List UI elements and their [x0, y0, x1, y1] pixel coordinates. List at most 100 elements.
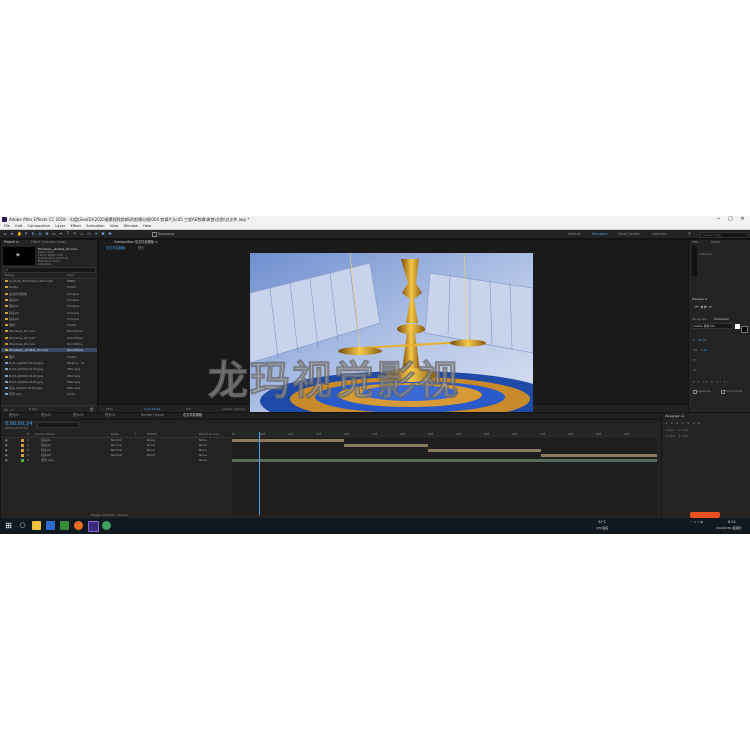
- minimize-button[interactable]: ─: [714, 216, 723, 223]
- project-item[interactable]: B-01-a[0000-0120].jpg Targa S...ce: [1, 361, 97, 365]
- layer-trkmat-dropdown[interactable]: None: [147, 443, 155, 447]
- indent-fields[interactable]: ⇥ 0 px ⇤ 0 px: [665, 428, 688, 432]
- eye-icon[interactable]: ◉: [5, 443, 8, 447]
- column-source-name[interactable]: Source Name: [35, 432, 55, 436]
- tray-icons[interactable]: ⌃ ▭ ♪ 中: [690, 520, 703, 524]
- camera-dropdown[interactable]: Active Camera: [223, 407, 245, 411]
- tab-project[interactable]: Project ≡: [4, 240, 19, 245]
- snapping-checkbox[interactable]: [152, 232, 157, 237]
- tab-info[interactable]: Info: [692, 240, 698, 245]
- layer-source-name[interactable]: 镜头01: [41, 438, 51, 442]
- timeline-tab-shot04[interactable]: 镜头04: [105, 413, 115, 418]
- timeline-tab-shot01[interactable]: 镜头01: [9, 413, 19, 418]
- column-type[interactable]: Type: [67, 273, 74, 277]
- workspace-default[interactable]: Default: [568, 231, 580, 237]
- start-windows-icon[interactable]: ⊞: [4, 521, 13, 530]
- project-item[interactable]: B-03-a[0000-0120].jpg PNG Seq: [1, 374, 97, 378]
- project-item[interactable]: Windows_01.mov QuickTime: [1, 329, 97, 333]
- menu-window[interactable]: Window: [124, 223, 138, 229]
- tracking-field[interactable]: 0 px: [701, 348, 708, 352]
- rectangle-tool-icon[interactable]: ▭: [52, 232, 56, 236]
- tab-character[interactable]: Character: [714, 317, 729, 321]
- eye-icon[interactable]: ◉: [5, 453, 8, 457]
- menu-edit[interactable]: Edit: [15, 223, 22, 229]
- brush-tool-icon[interactable]: ✎: [73, 232, 77, 236]
- menu-composition[interactable]: Composition: [28, 223, 50, 229]
- fill-color-swatch[interactable]: [735, 324, 740, 329]
- workspace-standard[interactable]: Standard: [592, 231, 607, 237]
- search-icon[interactable]: ⚲: [688, 231, 691, 236]
- project-item[interactable]: 镜头02 Compos: [1, 304, 97, 308]
- project-item[interactable]: 音乐.wav Audio: [1, 392, 97, 396]
- libraries-label[interactable]: Libraries: [699, 252, 712, 256]
- layer-mode-dropdown[interactable]: Normal: [111, 443, 122, 447]
- project-item[interactable]: B-04-a[0000-0120].jpg PNG Seq: [1, 380, 97, 384]
- toggle-switches-modes[interactable]: Toggle Switches / Modes: [91, 513, 128, 517]
- search-taskbar-icon[interactable]: ○: [18, 521, 27, 530]
- layer-mode-dropdown[interactable]: Normal: [111, 438, 122, 442]
- workspace-small-screen[interactable]: Small Screen: [618, 231, 640, 237]
- text-style-buttons[interactable]: T T TT Tr T¹ T₁: [693, 380, 729, 384]
- column-trkmat[interactable]: TrkMat: [147, 432, 157, 436]
- layer-parent-dropdown[interactable]: None: [199, 438, 207, 442]
- timeline-layer-row[interactable]: ◉ 4 镜头04 Normal None None: [1, 453, 231, 457]
- clock-time[interactable]: 8:24: [728, 520, 736, 524]
- clone-stamp-tool-icon[interactable]: ⊥: [80, 232, 84, 236]
- app-round-icon[interactable]: [102, 521, 111, 530]
- track-area[interactable]: [232, 432, 657, 515]
- selection-tool-icon[interactable]: ➤: [10, 232, 14, 236]
- time-ruler[interactable]: 0f 00f 10f 20f 00f 10f 20f 00f 10f 20f 00f 10f 20f 00…: [232, 432, 657, 437]
- playback-controls-icon[interactable]: ⏮ ◀ ▶ ⏭: [695, 304, 712, 309]
- clock-date[interactable]: 2020/4/30 星期四: [716, 526, 741, 530]
- pan-behind-tool-icon[interactable]: ✥: [45, 232, 49, 236]
- edge-browser-icon[interactable]: [46, 521, 55, 530]
- project-item[interactable]: B-02-a[0000-0120].jpg PNG Seq: [1, 367, 97, 371]
- tab-paragraph[interactable]: Paragraph: [692, 317, 707, 321]
- resolution-dropdown[interactable]: Full: [186, 407, 191, 411]
- layer-trkmat-dropdown[interactable]: None: [147, 438, 155, 442]
- layer-source-name[interactable]: 镜头04: [41, 453, 51, 457]
- zoom-tool-icon[interactable]: ⚲: [24, 232, 28, 236]
- layer-source-name[interactable]: 音乐.wav: [41, 458, 54, 462]
- menu-animation[interactable]: Animation: [86, 223, 104, 229]
- puppet-tool-icon[interactable]: ✱: [101, 232, 105, 236]
- file-explorer-icon[interactable]: [32, 521, 41, 530]
- layer-trkmat-dropdown[interactable]: None: [147, 453, 155, 457]
- layer-bar-shot02[interactable]: [344, 444, 428, 447]
- column-name[interactable]: Name: [5, 273, 14, 277]
- project-item[interactable]: 镜头-a[0000-0120].jpg PNG Seq: [1, 386, 97, 390]
- timeline-layer-row[interactable]: ◉ 2 镜头02 Normal None None: [1, 443, 231, 447]
- menu-view[interactable]: View: [110, 223, 119, 229]
- type-tool-icon[interactable]: T: [66, 232, 70, 236]
- timeline-layer-row[interactable]: ◉ 1 镜头01 Normal None None: [1, 438, 231, 442]
- firefox-icon[interactable]: [74, 521, 83, 530]
- timeline-tab-shot02[interactable]: 镜头02: [41, 413, 51, 418]
- eye-icon[interactable]: ◉: [5, 458, 8, 462]
- layer-parent-dropdown[interactable]: None: [199, 443, 207, 447]
- paragraph-align-buttons[interactable]: ≡ ≡ ≡ ≡ ≡ ≡ ≡: [665, 421, 701, 425]
- menu-layer[interactable]: Layer: [55, 223, 65, 229]
- menu-effect[interactable]: Effect: [71, 223, 81, 229]
- project-item[interactable]: 镜头03 Compos: [1, 311, 97, 315]
- rotate-tool-icon[interactable]: ↻: [31, 232, 35, 236]
- menu-file[interactable]: File: [4, 223, 10, 229]
- after-effects-taskbar-icon[interactable]: [88, 521, 99, 532]
- bit-depth-label[interactable]: 8 bpc: [29, 407, 37, 411]
- layer-bar-shot03[interactable]: [428, 449, 541, 452]
- layer-trkmat-dropdown[interactable]: None: [147, 448, 155, 452]
- project-item[interactable]: Windows_03.mov QuickTime: [1, 342, 97, 346]
- project-item[interactable]: 总文件剪辑版 Compos: [1, 292, 97, 296]
- workspace-libraries[interactable]: Libraries: [652, 231, 667, 237]
- eye-icon[interactable]: ◉: [5, 448, 8, 452]
- search-help-input[interactable]: Search Help: [700, 232, 748, 238]
- project-item[interactable]: 镜头01 Compos: [1, 298, 97, 302]
- maximize-button[interactable]: □: [726, 216, 735, 223]
- timeline-tab-shot03[interactable]: 镜头03: [73, 413, 83, 418]
- project-item[interactable]: Windows_02.mov QuickTime: [1, 336, 97, 340]
- layer-parent-dropdown[interactable]: None: [199, 458, 207, 462]
- close-button[interactable]: ✕: [738, 216, 747, 223]
- layer-bar-shot04[interactable]: [541, 454, 657, 457]
- camera-tool-icon[interactable]: ◎: [38, 232, 42, 236]
- layer-bar-music[interactable]: [232, 459, 657, 462]
- layer-parent-dropdown[interactable]: None: [199, 453, 207, 457]
